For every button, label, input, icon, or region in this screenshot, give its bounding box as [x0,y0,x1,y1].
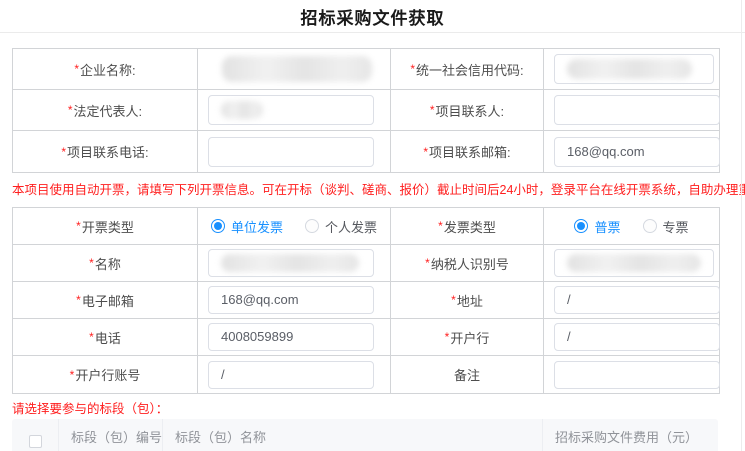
section-select-prompt: 请选择要参与的标段（包）： [12,398,168,417]
invoice-category-cell: 普票 专票 [544,208,719,245]
invoice-type-label: * 开票类型 [13,208,198,245]
radio-unselected-icon [643,219,657,233]
required-mark: * [445,330,450,344]
radio-general-invoice[interactable]: 普票 [574,217,620,236]
remark-label: 备注 [391,356,544,393]
address-label: * 地址 [391,282,544,319]
column-header-section-name: 标段（包）名称 [163,419,543,451]
invoice-phone-value-cell [198,319,391,356]
required-mark: * [89,330,94,344]
remark-input[interactable] [554,361,720,389]
required-mark: * [425,256,430,270]
invoice-email-input[interactable] [208,286,374,314]
company-info-table: * 企业名称: * 统一社会信用代码: * 法定代表人: * 项目联系人: [12,48,720,173]
radio-unselected-icon [305,219,319,233]
required-mark: * [430,103,435,117]
invoice-info-table: * 开票类型 单位发票 个人发票 * 发票类型 [12,207,720,394]
radio-selected-icon [574,219,588,233]
contact-email-value-cell [544,131,719,172]
invoice-type-cell: 单位发票 个人发票 [198,208,391,245]
project-contact-value-cell [544,90,719,131]
invoice-email-value-cell [198,282,391,319]
radio-special-invoice[interactable]: 专票 [643,217,689,236]
invoice-phone-label: * 电话 [13,319,198,356]
project-contact-label: * 项目联系人: [391,90,544,131]
required-mark: * [410,62,415,76]
invoice-name-value-cell [198,245,391,282]
required-mark: * [61,145,66,159]
remark-value-cell [544,356,719,393]
legal-rep-input[interactable] [208,95,374,125]
company-name-label: * 企业名称: [13,49,198,90]
contact-email-input[interactable] [554,137,720,167]
address-value-cell [544,282,719,319]
invoice-phone-input[interactable] [208,323,374,351]
required-mark: * [76,219,81,233]
invoice-category-label: * 发票类型 [391,208,544,245]
title-bar: 招标采购文件获取 [0,0,745,33]
bank-account-label: * 开户行账号 [13,356,198,393]
required-mark: * [70,368,75,382]
required-mark: * [89,256,94,270]
invoice-name-label: * 名称 [13,245,198,282]
contact-email-label: * 项目联系邮箱: [391,131,544,172]
radio-unit-invoice[interactable]: 单位发票 [211,217,283,236]
invoice-name-redacted-value [221,254,359,272]
credit-code-label: * 统一社会信用代码: [391,49,544,90]
select-all-cell [12,419,59,451]
credit-code-value-cell [544,49,719,90]
invoice-name-input[interactable] [208,249,374,277]
taxpayer-id-input[interactable] [554,249,714,277]
invoice-type-radio-group: 单位发票 个人发票 [198,217,390,236]
page-title: 招标采购文件获取 [301,4,445,29]
bank-label: * 开户行 [391,319,544,356]
bank-value-cell [544,319,719,356]
legal-rep-redacted-value [221,101,263,119]
required-mark: * [451,293,456,307]
project-contact-input[interactable] [554,95,720,125]
invoice-category-radio-group: 普票 专票 [544,217,719,236]
contact-phone-value-cell [198,131,391,172]
radio-personal-invoice[interactable]: 个人发票 [305,217,377,236]
required-mark: * [438,219,443,233]
required-mark: * [423,145,428,159]
invoice-email-label: * 电子邮箱 [13,282,198,319]
scrollbar-track[interactable] [741,0,742,451]
auto-invoice-notice: 本项目使用自动开票，请填写下列开票信息。可在开标（谈判、磋商、报价）截止时间后2… [12,179,722,198]
bid-section-table-header: 标段（包）编号 标段（包）名称 招标采购文件费用（元） [12,419,718,451]
taxpayer-id-value-cell [544,245,719,282]
column-header-document-fee: 招标采购文件费用（元） [543,419,718,451]
credit-code-input[interactable] [554,54,714,84]
company-name-redacted-value [222,56,372,82]
legal-rep-label: * 法定代表人: [13,90,198,131]
bank-input[interactable] [554,323,720,351]
required-mark: * [68,103,73,117]
taxpayer-id-label: * 纳税人识别号 [391,245,544,282]
company-name-value-cell [198,49,391,90]
credit-code-redacted-value [567,59,692,79]
column-header-section-number: 标段（包）编号 [59,419,163,451]
legal-rep-value-cell [198,90,391,131]
contact-phone-input[interactable] [208,137,374,167]
radio-selected-icon [211,219,225,233]
bid-document-acquisition-page: 招标采购文件获取 * 企业名称: * 统一社会信用代码: * 法定代表人: [0,0,745,451]
required-mark: * [76,293,81,307]
address-input[interactable] [554,286,720,314]
required-mark: * [74,62,79,76]
bank-account-value-cell [198,356,391,393]
taxpayer-id-redacted-value [567,254,701,272]
contact-phone-label: * 项目联系电话: [13,131,198,172]
bank-account-input[interactable] [208,361,374,389]
select-all-checkbox[interactable] [29,435,42,448]
